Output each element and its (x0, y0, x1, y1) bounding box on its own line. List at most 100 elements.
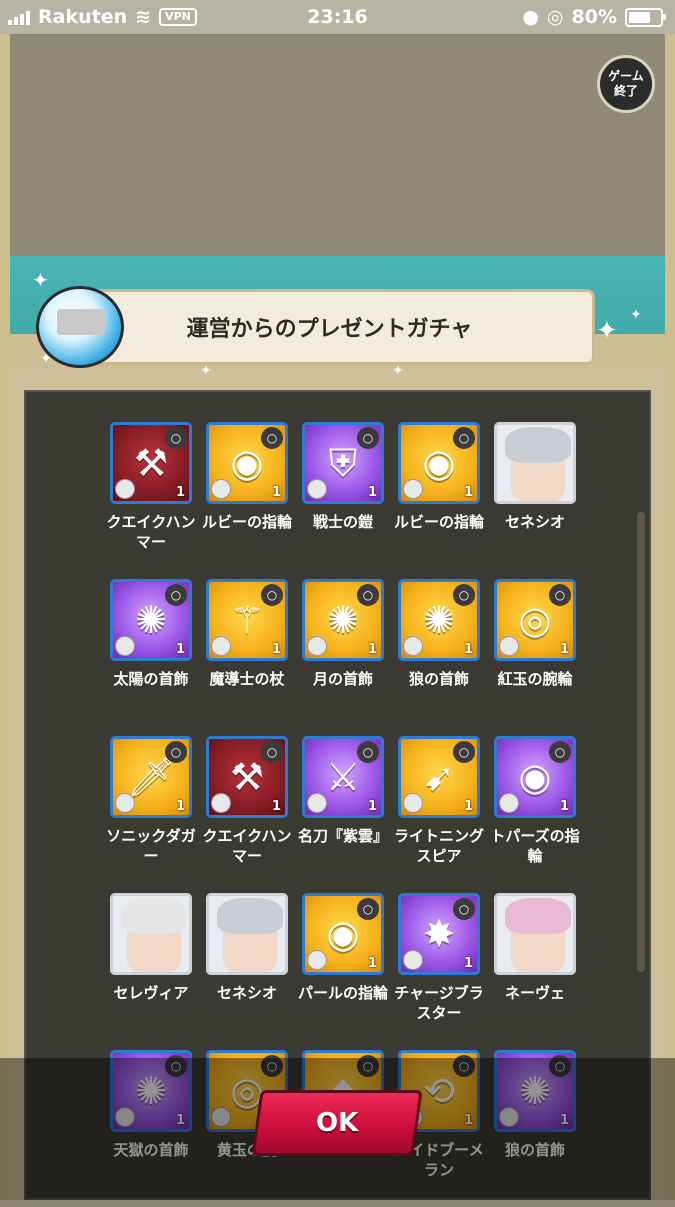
reward-item-label: 太陽の首飾 (113, 670, 189, 688)
bracelet-icon: ◎○1 (494, 579, 576, 661)
sparkle-icon: ✦ (200, 363, 212, 379)
reward-item[interactable]: ◉ ○ 1 パールの指輪 (295, 893, 391, 1050)
item-level: 1 (271, 799, 281, 814)
type-badge-icon: ○ (357, 898, 379, 920)
portrait-hair (121, 898, 187, 934)
item-level: 1 (271, 642, 281, 657)
reward-item-label: 戦士の鎧 (312, 513, 373, 531)
type-badge-icon: ○ (549, 584, 571, 606)
magnifier-icon (307, 793, 327, 813)
necklace-icon: ✺ ○ 1 (398, 579, 480, 661)
reward-item[interactable]: セネシオ (199, 893, 295, 1050)
character-portrait (206, 893, 288, 975)
reward-item-label: ライトニングスピア (393, 827, 484, 865)
reward-item[interactable]: 🗡 ○ 1 ソニックダガー (103, 736, 199, 893)
type-badge-icon: ○ (453, 584, 475, 606)
magnifier-icon (115, 793, 135, 813)
reward-item-label: クエイクハンマー (106, 513, 196, 551)
reward-item-label: 紅玉の腕輪 (497, 670, 573, 688)
reward-item[interactable]: ⛨ ○ 1 戦士の鎧 (295, 422, 391, 579)
reward-item-label: セネシオ (216, 984, 277, 1002)
reward-item[interactable]: ◉ ○ 1 ルビーの指輪 (391, 422, 487, 579)
hammer-icon: ⚒ ○ 1 (110, 422, 192, 504)
reward-item-label: ルビーの指輪 (393, 513, 484, 531)
reward-item[interactable]: ◎ ○ 1 紅玉の腕輪 (487, 579, 583, 736)
reward-item[interactable]: ◉ ○ 1 ルビーの指輪 (199, 422, 295, 579)
staff-icon: ⚚ ○ 1 (206, 579, 288, 661)
item-level: 1 (175, 642, 185, 657)
dialog-title-plate: 運営からのプレゼントガチャ (64, 289, 595, 365)
type-badge-icon: ○ (261, 741, 283, 763)
character-portrait (110, 893, 192, 975)
reward-item-label: 魔導士の杖 (209, 670, 285, 688)
reward-item[interactable]: ✺ ○ 1 狼の首飾 (391, 579, 487, 736)
magnifier-icon (115, 636, 135, 656)
item-level: 1 (271, 485, 281, 500)
item-level: 1 (463, 642, 473, 657)
reward-item[interactable]: ⚚ ○ 1 魔導士の杖 (199, 579, 295, 736)
dialog-title: 運営からのプレゼントガチャ (186, 317, 473, 342)
reward-item[interactable]: ◉ ○ 1 トパーズの指輪 (487, 736, 583, 893)
type-badge-icon: ○ (357, 584, 379, 606)
magnifier-icon (211, 636, 231, 656)
reward-item[interactable]: ✺ ○ 1 太陽の首飾 (103, 579, 199, 736)
portrait-hair (505, 898, 571, 934)
reward-item[interactable]: ➹ ○ 1 ライトニングスピア (391, 736, 487, 893)
portrait-hair (217, 898, 283, 934)
magnifier-icon (211, 793, 231, 813)
sparkle-icon: ✦ (392, 363, 404, 379)
reward-item[interactable]: ⚔ ○ 1 名刀『紫雲』 (295, 736, 391, 893)
reward-item[interactable]: ✺ ○ 1 月の首飾 (295, 579, 391, 736)
battery-icon (625, 7, 666, 27)
reward-item[interactable]: ⚒ ○ 1 クエイクハンマー (103, 422, 199, 579)
ok-label: OK (315, 1108, 359, 1138)
magnifier-icon (115, 479, 135, 499)
item-level: 1 (463, 956, 473, 971)
reward-item[interactable]: ⚒ ○ 1 クエイクハンマー (199, 736, 295, 893)
reward-item[interactable]: ✸ ○ 1 チャージブラスター (391, 893, 487, 1050)
type-badge-icon: ○ (453, 427, 475, 449)
item-level: 1 (367, 485, 377, 500)
item-level: 1 (559, 642, 569, 657)
magnifier-icon (307, 636, 327, 656)
dagger-icon: 🗡 ○ 1 (110, 736, 192, 818)
item-level: 1 (367, 642, 377, 657)
item-level: 1 (175, 485, 185, 500)
magnifier-icon (403, 950, 423, 970)
frame-right (665, 34, 675, 1200)
hammer-icon: ⚒ ○ 1 (206, 736, 288, 818)
reward-item-label: トパーズの指輪 (490, 827, 580, 865)
ring-icon: ◉ ○ 1 (494, 736, 576, 818)
type-badge-icon: ○ (165, 584, 187, 606)
reward-item[interactable]: セネシオ (487, 422, 583, 579)
item-level: 1 (175, 799, 185, 814)
necklace-icon: ✺ ○ 1 (110, 579, 192, 661)
ok-button[interactable]: OK (251, 1090, 423, 1156)
type-badge-icon: ○ (165, 427, 187, 449)
type-badge-icon: ○ (357, 427, 379, 449)
person-icon: ● (522, 6, 539, 28)
magnifier-icon (403, 636, 423, 656)
reward-item-label: パールの指輪 (297, 984, 388, 1002)
type-badge-icon: ○ (549, 741, 571, 763)
end-game-button[interactable]: ゲーム 終了 (597, 55, 655, 113)
type-badge-icon: ○ (261, 584, 283, 606)
gacha-orb-icon (36, 286, 124, 368)
reward-item[interactable]: ネーヴェ (487, 893, 583, 1050)
frame-left (0, 34, 10, 1200)
magnifier-icon (499, 793, 519, 813)
scrollbar[interactable] (637, 512, 645, 972)
item-level: 1 (367, 956, 377, 971)
ring-icon: ◉ ○ 1 (302, 893, 384, 975)
ring-icon: ◉ ○ 1 (398, 422, 480, 504)
necklace-icon: ✺ ○ 1 (302, 579, 384, 661)
blaster-icon: ✸ ○ 1 (398, 893, 480, 975)
reward-item-label: ルビーの指輪 (201, 513, 292, 531)
reward-item-label: チャージブラスター (394, 984, 484, 1022)
armor-icon: ⛨ ○ 1 (302, 422, 384, 504)
item-level: 1 (463, 799, 473, 814)
character-portrait (494, 422, 576, 504)
sparkle-icon: ✦ (630, 307, 642, 323)
reward-item[interactable]: セレヴィア (103, 893, 199, 1050)
clock: 23:16 (307, 6, 368, 28)
